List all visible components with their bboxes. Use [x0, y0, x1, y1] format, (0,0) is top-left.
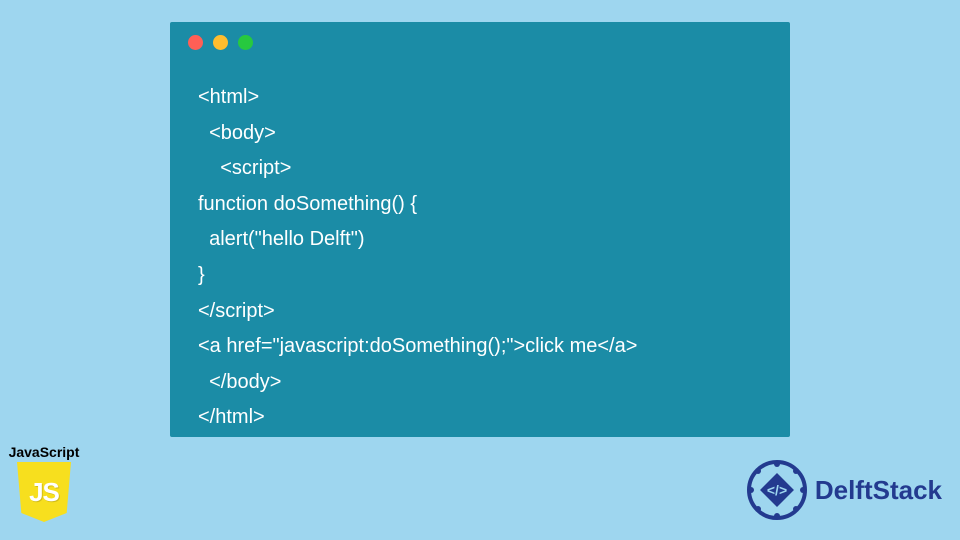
close-dot-icon — [188, 35, 203, 50]
delftstack-text: DelftStack — [815, 475, 942, 506]
javascript-label: JavaScript — [4, 444, 84, 460]
code-window: <html> <body> <script> function doSometh… — [170, 22, 790, 437]
minimize-dot-icon — [213, 35, 228, 50]
window-titlebar — [170, 22, 790, 62]
javascript-shield-text: JS — [29, 477, 59, 508]
svg-text:</>: </> — [767, 482, 787, 498]
code-content: <html> <body> <script> function doSometh… — [170, 62, 790, 436]
delftstack-mark-icon: </> — [745, 458, 809, 522]
javascript-shield-icon: JS — [17, 462, 71, 522]
maximize-dot-icon — [238, 35, 253, 50]
delftstack-logo: </> DelftStack — [745, 458, 942, 522]
javascript-badge: JavaScript JS — [4, 444, 84, 522]
